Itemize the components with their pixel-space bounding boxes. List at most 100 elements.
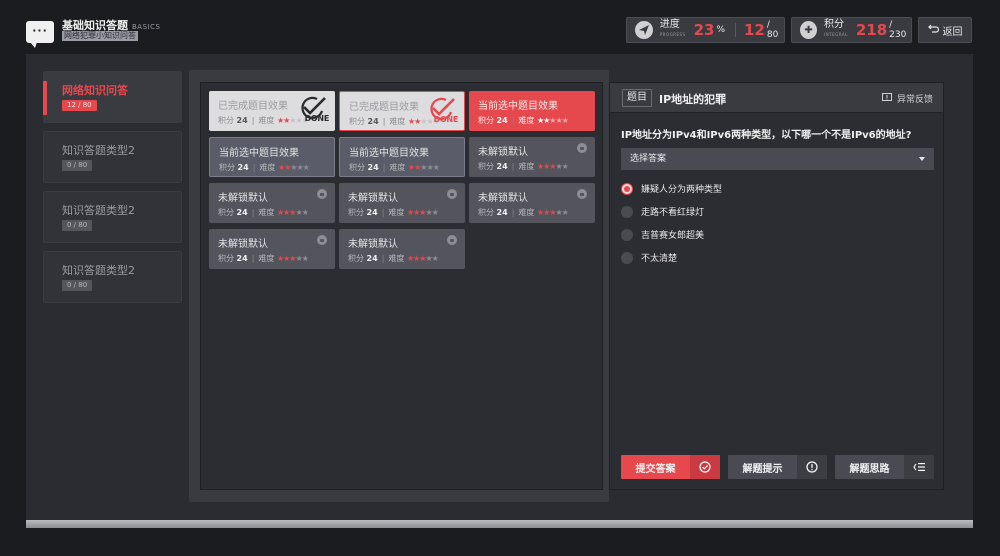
score-value: 24: [236, 116, 248, 125]
question-card-meta: 积分 24 | 难度 ★★★★★: [478, 115, 569, 126]
radio[interactable]: [621, 251, 633, 264]
answer-option[interactable]: 嫌疑人分为两种类型: [621, 182, 722, 195]
score-label: 积分: [218, 254, 237, 263]
question-card-locked[interactable]: 未解锁默认 积分 24 | 难度 ★★★★★: [469, 137, 595, 177]
sidebar-item-type2[interactable]: 知识答题类型2 0 / 80: [43, 191, 182, 243]
send-icon: [635, 21, 653, 39]
sidebar-item-type2[interactable]: 知识答题类型2 0 / 80: [43, 131, 182, 183]
score-label: 积分: [478, 116, 497, 125]
progress-label: 进度 PROGRESS: [660, 20, 686, 40]
difficulty-label: 难度: [388, 254, 407, 263]
sidebar-item-label: 知识答题类型2: [62, 204, 135, 217]
lock-icon: [577, 189, 587, 199]
sidebar-item-network-quiz[interactable]: 网络知识问答 12 / 80: [43, 71, 182, 123]
sidebar-item-label: 网络知识问答: [62, 84, 128, 97]
answer-option[interactable]: 吉普赛女郎超美: [621, 228, 704, 241]
progress-total: / 80: [766, 20, 779, 40]
meta-divider: |: [251, 116, 255, 125]
radio-selected[interactable]: [621, 182, 633, 195]
hint-button[interactable]: 解题提示: [728, 455, 827, 479]
question-card-meta: 积分 24 | 难度 ★★★★★: [478, 207, 569, 218]
question-card-locked[interactable]: 未解锁默认 积分 24 | 难度 ★★★★★: [339, 229, 465, 269]
meta-divider: |: [381, 254, 385, 263]
approach-button[interactable]: 解题思路: [835, 455, 934, 479]
score-value: 24: [236, 254, 248, 263]
question-card-title: 当前选中题目效果: [349, 148, 429, 159]
list-indent-icon: [904, 455, 934, 479]
difficulty-label: 难度: [389, 117, 408, 126]
score-value: 24: [236, 208, 248, 217]
answer-select[interactable]: 选择答案: [621, 148, 934, 170]
radio[interactable]: [621, 228, 633, 241]
question-card-done-red[interactable]: 已完成题目效果 积分 24 | 难度 ★★★★★ DONE: [339, 91, 465, 131]
answer-option[interactable]: 不太清楚: [621, 251, 677, 264]
answer-option-label: 走路不看红绿灯: [641, 208, 705, 218]
question-card-locked[interactable]: 未解锁默认积分 24 | 难度 ★★★★★: [469, 183, 595, 223]
question-card-title: 已完成题目效果: [349, 102, 419, 113]
answer-option[interactable]: 走路不看红绿灯: [621, 205, 704, 218]
meta-divider: |: [252, 163, 256, 172]
sidebar-item-badge: 0 / 80: [62, 220, 93, 231]
difficulty-stars: ★★★★★: [407, 208, 439, 217]
question-card-title: 未解锁默认: [478, 193, 528, 204]
score-label-en: INTEGRAL: [824, 32, 848, 37]
sidebar-item-type2[interactable]: 知识答题类型2 0 / 80: [43, 251, 182, 303]
question-card-selected[interactable]: 当前选中题目效果 积分 24 | 难度 ★★★★★: [469, 91, 595, 131]
score-label: 积分 INTEGRAL: [824, 20, 848, 40]
lock-icon: [317, 189, 327, 199]
meta-divider: |: [511, 208, 515, 217]
approach-button-label: 解题思路: [849, 463, 890, 475]
difficulty-label: 难度: [258, 116, 277, 125]
lock-icon: [447, 189, 457, 199]
score-label: 积分: [478, 208, 497, 217]
question-card-locked[interactable]: 未解锁默认 积分 24 | 难度 ★★★★★: [209, 229, 335, 269]
question-card-title: 当前选中题目效果: [478, 101, 558, 112]
difficulty-stars: ★★★★★: [278, 163, 310, 172]
difficulty-stars: ★★★★★: [537, 208, 569, 217]
score-label: 积分: [349, 117, 368, 126]
difficulty-label: 难度: [259, 163, 278, 172]
score-label: 积分: [218, 208, 237, 217]
done-stamp-text: DONE: [433, 115, 459, 124]
check-circle-icon: [690, 455, 720, 479]
score-label: 积分: [348, 208, 367, 217]
question-card-title: 未解锁默认: [218, 239, 268, 250]
question-card-done[interactable]: 已完成题目效果 积分 24 | 难度 ★★★★★ DONE: [209, 91, 335, 131]
submit-button[interactable]: 提交答案: [621, 455, 720, 479]
question-card-title: 当前选中题目效果: [219, 148, 299, 159]
question-card-meta: 积分 24 | 难度 ★★★★★: [348, 207, 439, 218]
star-icon: ★: [432, 163, 440, 172]
answer-option-label: 吉普赛女郎超美: [641, 231, 705, 241]
question-title: IP地址的犯罪: [659, 93, 727, 106]
back-button-label: 返回: [942, 26, 963, 38]
feedback-button[interactable]: 异常反馈: [882, 92, 933, 105]
difficulty-label: 难度: [518, 116, 537, 125]
star-icon: ★: [301, 254, 309, 263]
difficulty-stars: ★★★★★: [408, 163, 440, 172]
score-stat: ✚ 积分 INTEGRAL 218 / 230: [791, 17, 912, 43]
question-card-current[interactable]: 当前选中题目效果 积分 24 | 难度 ★★★★★: [209, 137, 335, 177]
question-card-title: 未解锁默认: [478, 147, 528, 158]
app-logo: ···: [26, 21, 54, 48]
radio[interactable]: [621, 205, 633, 218]
star-icon: ★: [431, 208, 439, 217]
bottom-bar: [26, 520, 973, 528]
meta-divider: |: [251, 254, 255, 263]
question-card-current[interactable]: 当前选中题目效果 积分 24 | 难度 ★★★★★: [339, 137, 465, 177]
difficulty-label: 难度: [389, 163, 408, 172]
question-card-meta: 积分 24 | 难度 ★★★★★: [219, 162, 310, 173]
question-card-locked[interactable]: 未解锁默认 积分 24 | 难度 ★★★★★: [209, 183, 335, 223]
sidebar-item-label: 知识答题类型2: [62, 144, 135, 157]
score-label: 积分: [219, 163, 238, 172]
sidebar-item-label: 知识答题类型2: [62, 264, 135, 277]
done-stamp-text: DONE: [304, 114, 330, 123]
score-value: 24: [496, 162, 508, 171]
hint-button-label: 解题提示: [742, 463, 783, 475]
app-subtitle: 网络犯罪小知识问答: [62, 31, 138, 41]
question-card-locked[interactable]: 未解锁默认 积分 24 | 难度 ★★★★★: [339, 183, 465, 223]
progress-stat: 进度 PROGRESS 23 % 12 / 80: [626, 17, 785, 43]
star-icon: ★: [561, 116, 569, 125]
feedback-label: 异常反馈: [897, 95, 934, 105]
score-label-cn: 积分: [824, 19, 845, 30]
back-button[interactable]: 返回: [918, 17, 972, 43]
